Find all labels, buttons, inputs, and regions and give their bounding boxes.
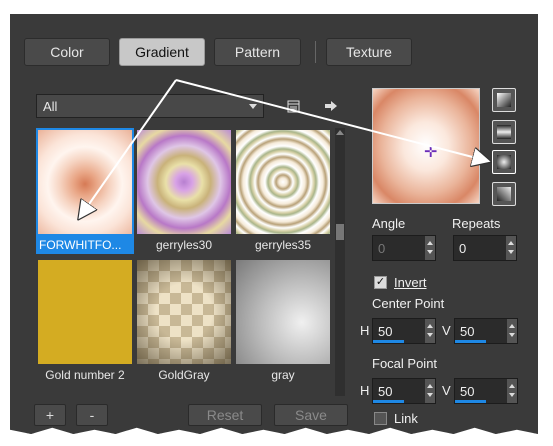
scroll-up-icon[interactable] <box>336 130 344 135</box>
link-label: Link <box>394 411 418 426</box>
center-h-prefix: H <box>360 323 370 338</box>
invert-checkbox[interactable]: ✓ <box>374 276 387 289</box>
tab-color[interactable]: Color <box>24 38 110 66</box>
add-gradient-button[interactable]: + <box>34 404 66 426</box>
repeats-value: 0 <box>459 240 467 256</box>
linear-gradient-icon <box>497 93 511 107</box>
stepper-arrows[interactable] <box>425 236 435 260</box>
linear-gradient-type-button[interactable] <box>492 88 516 112</box>
center-v-prefix: V <box>442 323 451 338</box>
center-v-value: 50 <box>460 323 475 339</box>
angle-value: 0 <box>378 240 386 256</box>
link-checkbox[interactable] <box>374 412 387 425</box>
reset-button[interactable]: Reset <box>188 404 262 426</box>
gradient-swatch[interactable]: gerryles30 <box>135 128 233 257</box>
center-v-level <box>455 340 486 343</box>
focal-h-prefix: H <box>360 383 370 398</box>
tab-texture[interactable]: Texture <box>326 38 412 66</box>
focal-v-level <box>455 400 486 403</box>
repeats-stepper[interactable]: 0 <box>453 235 517 261</box>
focal-h-stepper[interactable]: 50 <box>372 378 436 404</box>
rectangular-gradient-type-button[interactable] <box>492 120 516 144</box>
focal-h-value: 50 <box>378 383 393 399</box>
gradient-label: GoldGray <box>158 368 210 382</box>
gradient-category-dropdown[interactable]: All <box>36 94 264 118</box>
angle-label: Angle <box>372 216 406 231</box>
sunburst-gradient-type-button[interactable] <box>492 182 516 206</box>
gradient-swatch[interactable]: Gold number 2 <box>36 258 134 387</box>
stepper-arrows[interactable] <box>507 319 517 343</box>
stepper-arrows[interactable] <box>425 379 435 403</box>
rectangular-gradient-icon <box>497 125 511 139</box>
arrow-right-icon[interactable] <box>322 97 340 115</box>
center-h-level <box>373 340 404 343</box>
gradient-label: gerryles30 <box>155 238 213 252</box>
invert-label: Invert <box>394 275 427 290</box>
scrollbar-thumb[interactable] <box>336 224 344 240</box>
gradient-label: gray <box>271 368 295 382</box>
gradient-editor-icon[interactable] <box>284 97 302 115</box>
radial-gradient-icon <box>497 155 511 169</box>
sunburst-gradient-icon <box>497 187 511 201</box>
chevron-down-icon <box>249 104 257 109</box>
focal-v-value: 50 <box>460 383 475 399</box>
gradient-swatch[interactable]: FORWHITFO... <box>36 128 134 257</box>
gradient-thumbnail <box>38 260 132 364</box>
gradient-swatch[interactable]: GoldGray <box>135 258 233 387</box>
repeats-label: Repeats <box>452 216 501 231</box>
focal-h-level <box>373 400 404 403</box>
center-point-label: Center Point <box>372 296 445 311</box>
center-h-stepper[interactable]: 50 <box>372 318 436 344</box>
gradient-thumbnail <box>36 128 134 236</box>
center-h-value: 50 <box>378 323 393 339</box>
stepper-arrows[interactable] <box>425 319 435 343</box>
tab-divider <box>315 41 316 63</box>
angle-stepper[interactable]: 0 <box>372 235 436 261</box>
gradient-library-grid: FORWHITFO... gerryles30 gerryles35 Gold … <box>36 128 332 390</box>
gradient-list-scrollbar[interactable] <box>335 128 345 396</box>
save-button[interactable]: Save <box>274 404 348 426</box>
tab-pattern[interactable]: Pattern <box>214 38 301 66</box>
center-v-stepper[interactable]: 50 <box>454 318 518 344</box>
gradient-thumbnail <box>137 130 231 234</box>
tab-gradient[interactable]: Gradient <box>119 38 205 66</box>
gradient-thumbnail <box>236 260 330 364</box>
radial-gradient-type-button[interactable] <box>492 150 516 174</box>
dropdown-value: All <box>43 98 58 114</box>
gradient-thumbnail <box>137 260 231 364</box>
focal-point-label: Focal Point <box>372 356 438 371</box>
gradient-label: gerryles35 <box>254 238 312 252</box>
gradient-label: Gold number 2 <box>45 368 125 382</box>
focal-v-prefix: V <box>442 383 451 398</box>
remove-gradient-button[interactable]: - <box>76 404 108 426</box>
stepper-arrows[interactable] <box>507 379 517 403</box>
gradient-swatch[interactable]: gerryles35 <box>234 128 332 257</box>
gradient-swatch[interactable]: gray <box>234 258 332 387</box>
stepper-arrows[interactable] <box>506 236 516 260</box>
focal-v-stepper[interactable]: 50 <box>454 378 518 404</box>
gradient-thumbnail <box>236 130 330 234</box>
crosshair-icon[interactable]: ✛ <box>424 145 437 161</box>
material-properties-dialog: Color Gradient Pattern Texture All FORWH… <box>10 14 538 434</box>
gradient-label: FORWHITFO... <box>36 236 134 254</box>
